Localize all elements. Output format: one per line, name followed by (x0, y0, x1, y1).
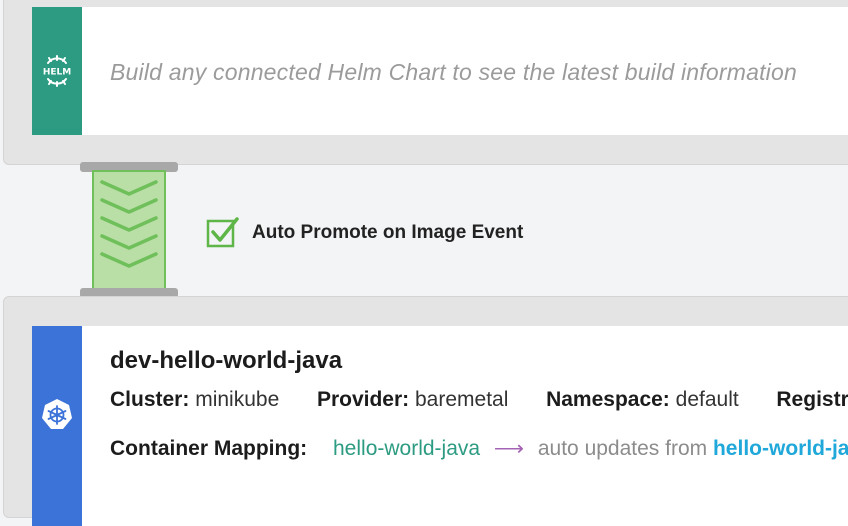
helm-icon: HELM (43, 55, 71, 87)
auto-promote-checkbox[interactable] (206, 216, 240, 248)
helm-chart-panel: HELM Build any connected Helm Chart to s… (32, 7, 848, 135)
container-image-name: hello-world-java (333, 437, 481, 460)
cluster-value: minikube (195, 388, 280, 411)
arrow-right-icon: ⟶ (493, 437, 525, 460)
kubernetes-strip (32, 326, 82, 526)
environment-meta: Cluster: minikube Provider: baremetal Na… (110, 388, 848, 412)
helm-chart-card: HELM Build any connected Helm Chart to s… (3, 0, 848, 165)
environment-card: dev-hello-world-java Cluster: minikube P… (3, 296, 848, 526)
namespace-value: default (675, 388, 739, 411)
registry-label: Registry: (776, 388, 848, 411)
helm-strip: HELM (32, 7, 82, 135)
kubernetes-icon (42, 399, 72, 429)
cluster-label: Cluster: (110, 388, 190, 411)
provider-value: baremetal (414, 388, 509, 411)
namespace-label: Namespace: (546, 388, 670, 411)
environment-name[interactable]: dev-hello-world-java (110, 347, 342, 375)
image-source-link[interactable]: hello-world-java (713, 437, 848, 460)
auto-promote-label[interactable]: Auto Promote on Image Event (252, 222, 523, 244)
helm-badge-text: HELM (43, 68, 71, 78)
promotion-connector (80, 162, 178, 298)
environment-panel: dev-hello-world-java Cluster: minikube P… (32, 326, 848, 526)
container-mapping-label: Container Mapping: (110, 437, 308, 460)
provider-label: Provider: (316, 388, 410, 411)
helm-build-placeholder: Build any connected Helm Chart to see th… (110, 59, 797, 85)
container-mapping: Container Mapping: hello-world-java ⟶ au… (110, 436, 848, 461)
auto-updates-text: auto updates from (537, 437, 708, 460)
